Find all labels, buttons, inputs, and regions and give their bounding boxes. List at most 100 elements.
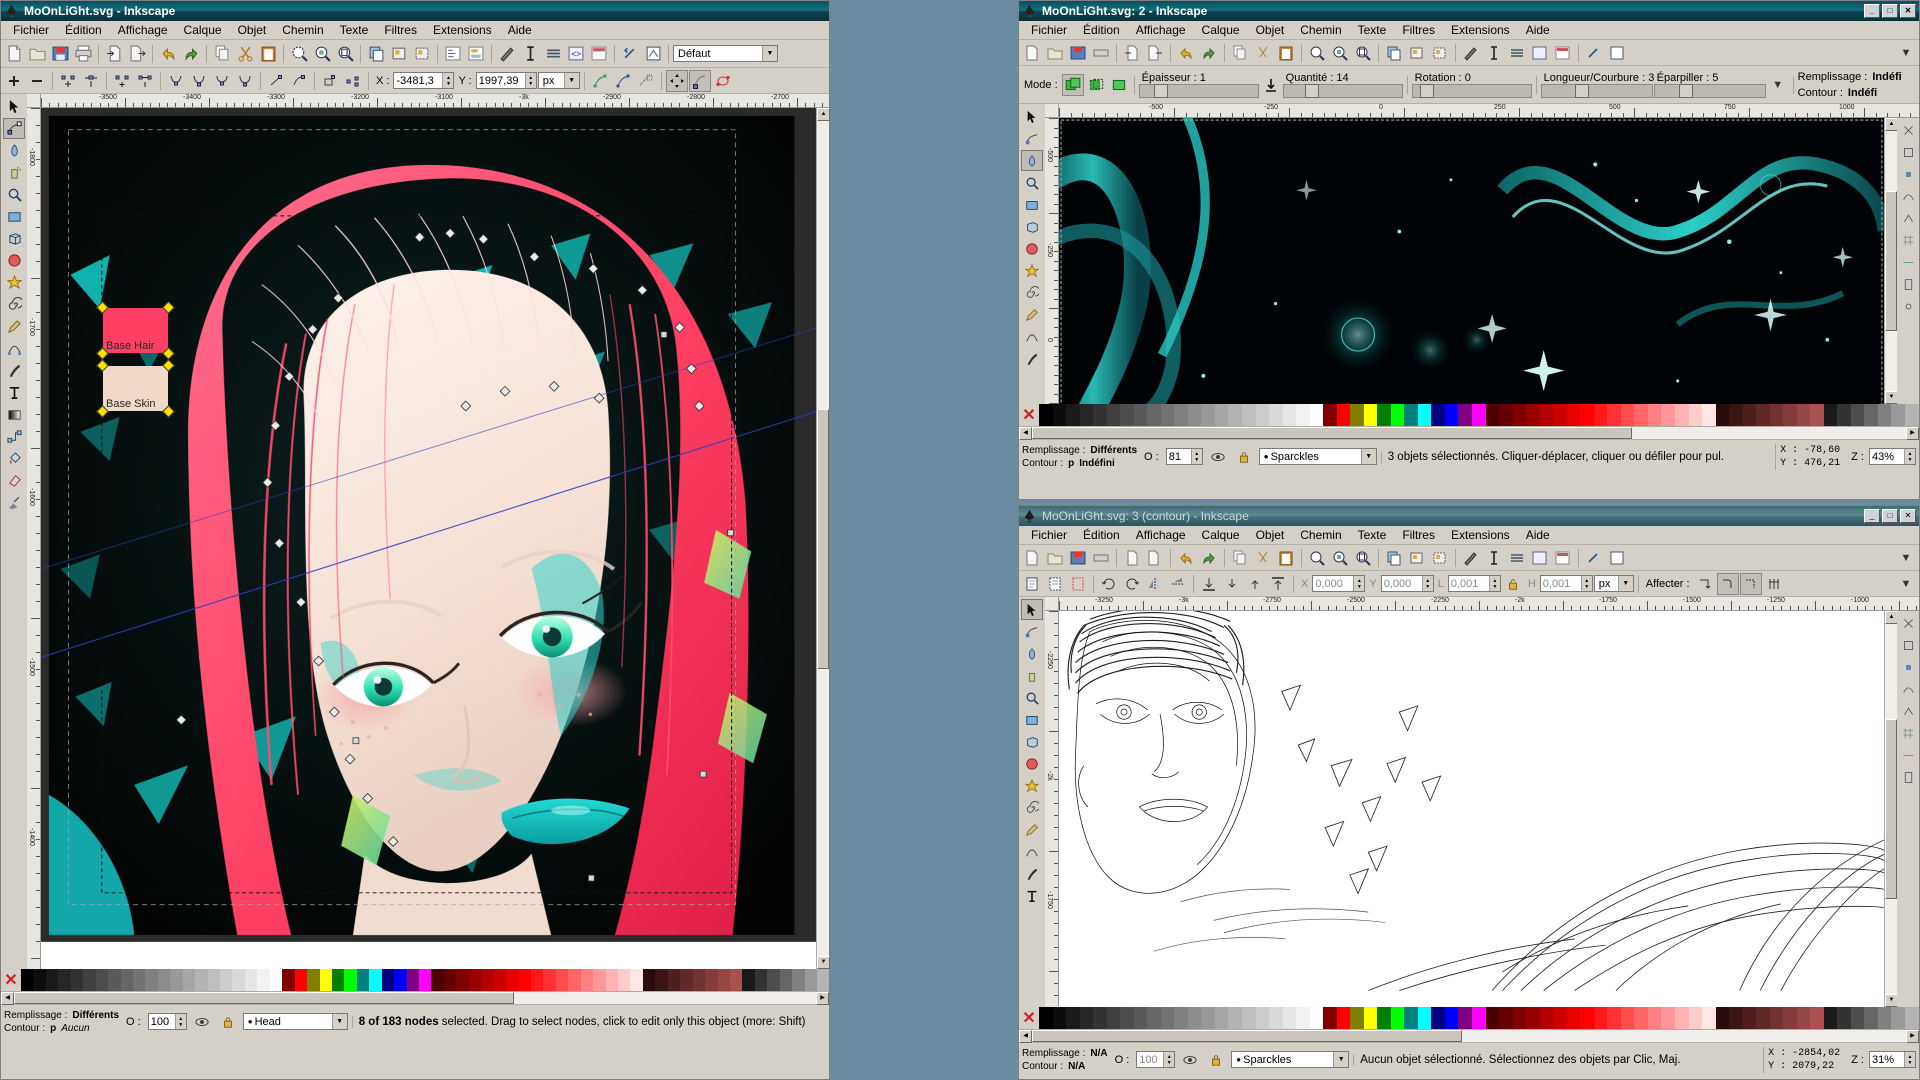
group-icon[interactable] — [388, 43, 410, 65]
scrollbar-vertical-win3[interactable]: ▲ ▼ — [1884, 611, 1898, 1007]
select-all-layers-icon[interactable] — [1044, 573, 1066, 595]
align-dialog-icon[interactable] — [465, 43, 487, 65]
open-document-icon[interactable] — [26, 43, 48, 65]
palette-swatch[interactable] — [182, 969, 196, 991]
palette-swatch[interactable] — [1769, 404, 1784, 426]
sel-y-spinner[interactable]: ▲▼ — [1380, 575, 1434, 592]
undo-icon[interactable] — [1175, 42, 1197, 64]
ruler-horizontal-win3[interactable]: -3250 -3k -2750 -2500 -2250 -2k -1750 -1500 -125… — [1059, 597, 1919, 611]
palette-swatch[interactable] — [232, 969, 245, 991]
palette-swatch[interactable] — [729, 969, 743, 991]
calligraphy-tool[interactable] — [1021, 348, 1043, 369]
document-properties-icon[interactable] — [588, 43, 610, 65]
snap-toolbar-win3[interactable] — [1897, 611, 1919, 1007]
3dbox-tool[interactable] — [1021, 216, 1043, 237]
ungroup-icon[interactable] — [411, 43, 433, 65]
menu-texte[interactable]: Texte — [1350, 527, 1395, 543]
tweak-scale-icon[interactable] — [1108, 74, 1130, 96]
tweak-move-jitter-icon[interactable] — [1085, 74, 1107, 96]
star-tool[interactable] — [1021, 775, 1043, 796]
flip-vertical-icon[interactable] — [1167, 573, 1189, 595]
group-icon[interactable] — [1406, 547, 1428, 569]
menu-aide[interactable]: Aide — [1518, 22, 1558, 38]
menu-fichier[interactable]: Fichier — [1023, 22, 1075, 38]
palette-swatch[interactable] — [1255, 1007, 1270, 1029]
palette-swatch[interactable] — [1160, 404, 1175, 426]
palette-swatch[interactable] — [294, 969, 308, 991]
insert-node-icon[interactable] — [3, 70, 25, 92]
join-segment-icon[interactable] — [134, 70, 156, 92]
scroll-thumb[interactable] — [14, 992, 514, 1004]
palette-swatch[interactable] — [1336, 1007, 1351, 1029]
duplicate-icon[interactable] — [365, 43, 387, 65]
palette-swatch[interactable] — [1404, 1007, 1418, 1029]
palette-swatch[interactable] — [1228, 1007, 1242, 1029]
scroll-down-icon[interactable]: ▼ — [817, 956, 830, 969]
zoom-tool[interactable] — [1021, 172, 1043, 193]
palette-swatch[interactable] — [1039, 404, 1053, 426]
paste-icon[interactable] — [1275, 42, 1297, 64]
menu-objet[interactable]: Objet — [1248, 22, 1293, 38]
palette-swatch[interactable] — [1282, 404, 1297, 426]
palette-swatch[interactable] — [1241, 1007, 1256, 1029]
sel-w-spinner[interactable]: ▲▼ — [1447, 575, 1501, 592]
palette-swatch[interactable] — [1634, 1007, 1648, 1029]
scroll-track[interactable] — [1632, 427, 1906, 439]
palette-swatch[interactable] — [1201, 1007, 1215, 1029]
palette-swatch[interactable] — [1052, 404, 1067, 426]
palette-swatch[interactable] — [705, 969, 718, 991]
affect-rounded-corners-icon[interactable] — [1716, 572, 1739, 595]
palette-swatch[interactable] — [1377, 1007, 1391, 1029]
xml-tree-icon[interactable] — [1529, 42, 1551, 64]
palette-swatch[interactable] — [1796, 404, 1811, 426]
xml-tree-icon[interactable]: <> — [565, 43, 587, 65]
layer-selector-combo[interactable]: ● Sparckles ▼ — [1231, 1051, 1350, 1068]
node-x-spinner[interactable]: ▲▼ — [393, 72, 455, 89]
ruler-vertical-main[interactable]: -1800 -1700 -1600 -1500 -1400 — [27, 108, 41, 969]
palette-swatch[interactable] — [1458, 404, 1472, 426]
palette-swatch[interactable] — [1553, 404, 1567, 426]
palette-swatch[interactable] — [282, 969, 295, 991]
preferences-icon[interactable] — [1583, 547, 1605, 569]
path-effect-params-icon[interactable] — [712, 70, 734, 92]
show-mask-icon[interactable] — [635, 70, 657, 92]
menu-fichier[interactable]: Fichier — [1023, 527, 1075, 543]
bezier-tool[interactable] — [3, 338, 25, 359]
spiral-tool[interactable] — [3, 294, 25, 315]
slider-knob[interactable] — [1153, 83, 1168, 98]
spinner-arrows-icon[interactable]: ▲ ▼ — [174, 1014, 186, 1029]
palette-swatch[interactable] — [1729, 1007, 1743, 1029]
redo-icon[interactable] — [1198, 42, 1220, 64]
palette-swatch[interactable] — [642, 969, 656, 991]
pencil-tool[interactable] — [1021, 819, 1043, 840]
tweak-tool[interactable] — [1021, 150, 1043, 171]
palette-swatch[interactable] — [481, 969, 494, 991]
menu-chemin[interactable]: Chemin — [274, 22, 331, 38]
menu-fichier[interactable]: Fichier — [5, 22, 57, 38]
rectangle-tool[interactable] — [3, 206, 25, 227]
chevron-down-icon[interactable]: ▼ — [331, 1014, 347, 1029]
raise-to-top-icon[interactable] — [1267, 573, 1289, 595]
statusbar-win3[interactable]: Remplissage : N/A Contour : N/A O : ▲▼ ●… — [1019, 1042, 1919, 1076]
edit-paths-icon[interactable] — [496, 43, 518, 65]
menubar-win2[interactable]: Fichier Édition Affichage Calque Objet C… — [1019, 21, 1919, 40]
export-icon[interactable] — [1144, 547, 1166, 569]
zoom-control-win2[interactable]: Z : ▲▼ — [1848, 448, 1916, 465]
lock-aspect-ratio-icon[interactable] — [1502, 573, 1524, 595]
palette-swatch[interactable] — [1160, 1007, 1175, 1029]
toolbar-overflow-icon[interactable]: ▼ — [1895, 42, 1917, 64]
palette-swatch[interactable] — [1174, 1007, 1188, 1029]
node-y-spinner[interactable]: ▲▼ — [475, 72, 537, 89]
segment-line-icon[interactable] — [265, 70, 287, 92]
snap-node-icon[interactable] — [1897, 164, 1919, 185]
cut-icon[interactable] — [234, 43, 256, 65]
no-color-icon[interactable]: ✕ — [1019, 404, 1039, 426]
node-unit-combo[interactable]: px ▼ — [537, 72, 580, 89]
palette-swatch[interactable] — [1350, 1007, 1364, 1029]
sel-x-input[interactable] — [1313, 576, 1354, 591]
save-document-icon[interactable] — [49, 43, 71, 65]
palette-swatch[interactable] — [1133, 1007, 1148, 1029]
sel-y-input[interactable] — [1381, 576, 1422, 591]
palette-swatch[interactable] — [1674, 404, 1689, 426]
palette-swatch[interactable] — [1147, 1007, 1161, 1029]
